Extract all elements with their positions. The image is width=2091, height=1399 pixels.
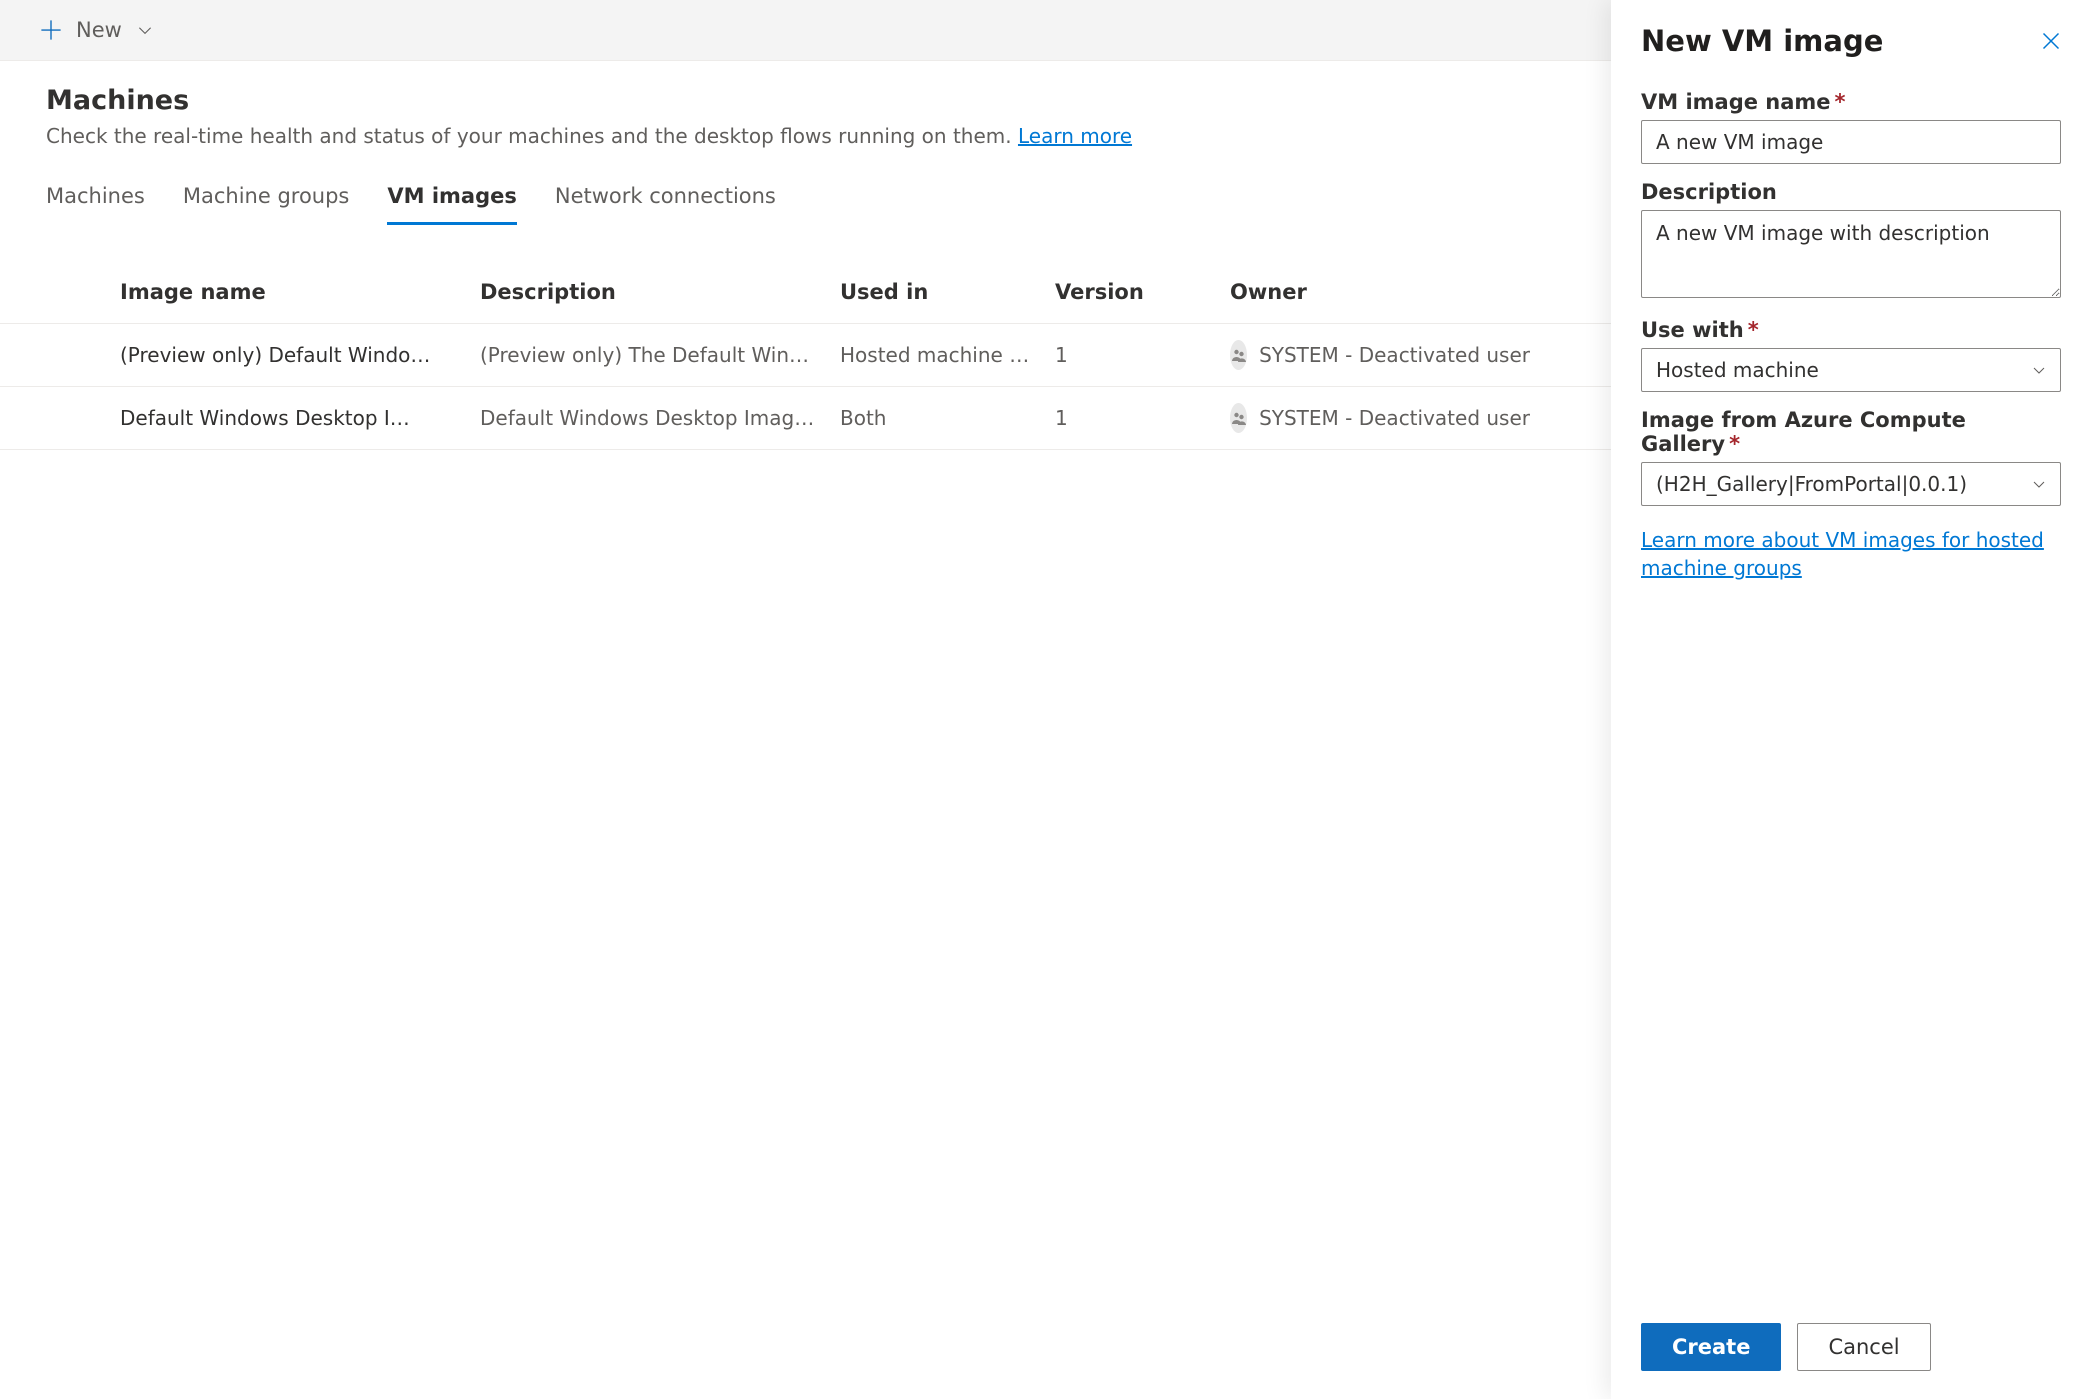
cell-owner: SYSTEM - Deactivated user <box>1230 403 1550 433</box>
panel-body: VM image name* Description Use with* Ima… <box>1611 68 2091 1303</box>
field-label: Use with* <box>1641 318 2061 342</box>
cell-version: 1 <box>1055 343 1230 367</box>
tab-machine-groups[interactable]: Machine groups <box>183 184 350 225</box>
new-button-label: New <box>76 18 122 42</box>
cell-used-in: Hosted machine group <box>840 343 1055 367</box>
new-button[interactable]: New <box>40 18 154 42</box>
field-vm-image-name: VM image name* <box>1641 90 2061 164</box>
azure-gallery-select[interactable] <box>1641 462 2061 506</box>
field-label: VM image name* <box>1641 90 2061 114</box>
close-icon[interactable] <box>2041 31 2061 51</box>
user-icon <box>1230 403 1247 433</box>
col-header-version[interactable]: Version <box>1055 280 1230 304</box>
description-input[interactable] <box>1641 210 2061 298</box>
cancel-button[interactable]: Cancel <box>1797 1323 1930 1371</box>
plus-icon <box>40 19 62 41</box>
new-vm-image-panel: New VM image VM image name* Description … <box>1611 0 2091 1399</box>
cell-description: Default Windows Desktop Image for use i… <box>480 406 840 430</box>
user-icon <box>1230 340 1247 370</box>
cell-description: (Preview only) The Default Windows Desk… <box>480 343 840 367</box>
panel-header: New VM image <box>1611 0 2091 68</box>
tab-vm-images[interactable]: VM images <box>387 184 517 225</box>
panel-title: New VM image <box>1641 24 1883 58</box>
use-with-select[interactable] <box>1641 348 2061 392</box>
field-description: Description <box>1641 180 2061 302</box>
field-label: Description <box>1641 180 2061 204</box>
panel-footer: Create Cancel <box>1611 1303 2091 1399</box>
col-header-owner[interactable]: Owner <box>1230 280 1550 304</box>
col-header-used-in[interactable]: Used in <box>840 280 1055 304</box>
field-label: Image from Azure Compute Gallery* <box>1641 408 2061 456</box>
tab-machines[interactable]: Machines <box>46 184 145 225</box>
create-button[interactable]: Create <box>1641 1323 1781 1371</box>
learn-more-vm-images-link[interactable]: Learn more about VM images for hosted ma… <box>1641 526 2061 582</box>
owner-name: SYSTEM - Deactivated user <box>1259 406 1530 430</box>
cell-image-name: Default Windows Desktop I… <box>120 406 480 430</box>
cell-image-name: (Preview only) Default Windo… <box>120 343 480 367</box>
vm-image-name-input[interactable] <box>1641 120 2061 164</box>
col-header-image-name[interactable]: Image name <box>120 280 480 304</box>
cell-owner: SYSTEM - Deactivated user <box>1230 340 1550 370</box>
owner-name: SYSTEM - Deactivated user <box>1259 343 1530 367</box>
chevron-down-icon <box>136 21 154 39</box>
learn-more-link[interactable]: Learn more <box>1018 124 1132 148</box>
cell-used-in: Both <box>840 406 1055 430</box>
col-header-description[interactable]: Description <box>480 280 840 304</box>
tab-network-connections[interactable]: Network connections <box>555 184 776 225</box>
field-azure-gallery: Image from Azure Compute Gallery* <box>1641 408 2061 506</box>
cell-version: 1 <box>1055 406 1230 430</box>
field-use-with: Use with* <box>1641 318 2061 392</box>
